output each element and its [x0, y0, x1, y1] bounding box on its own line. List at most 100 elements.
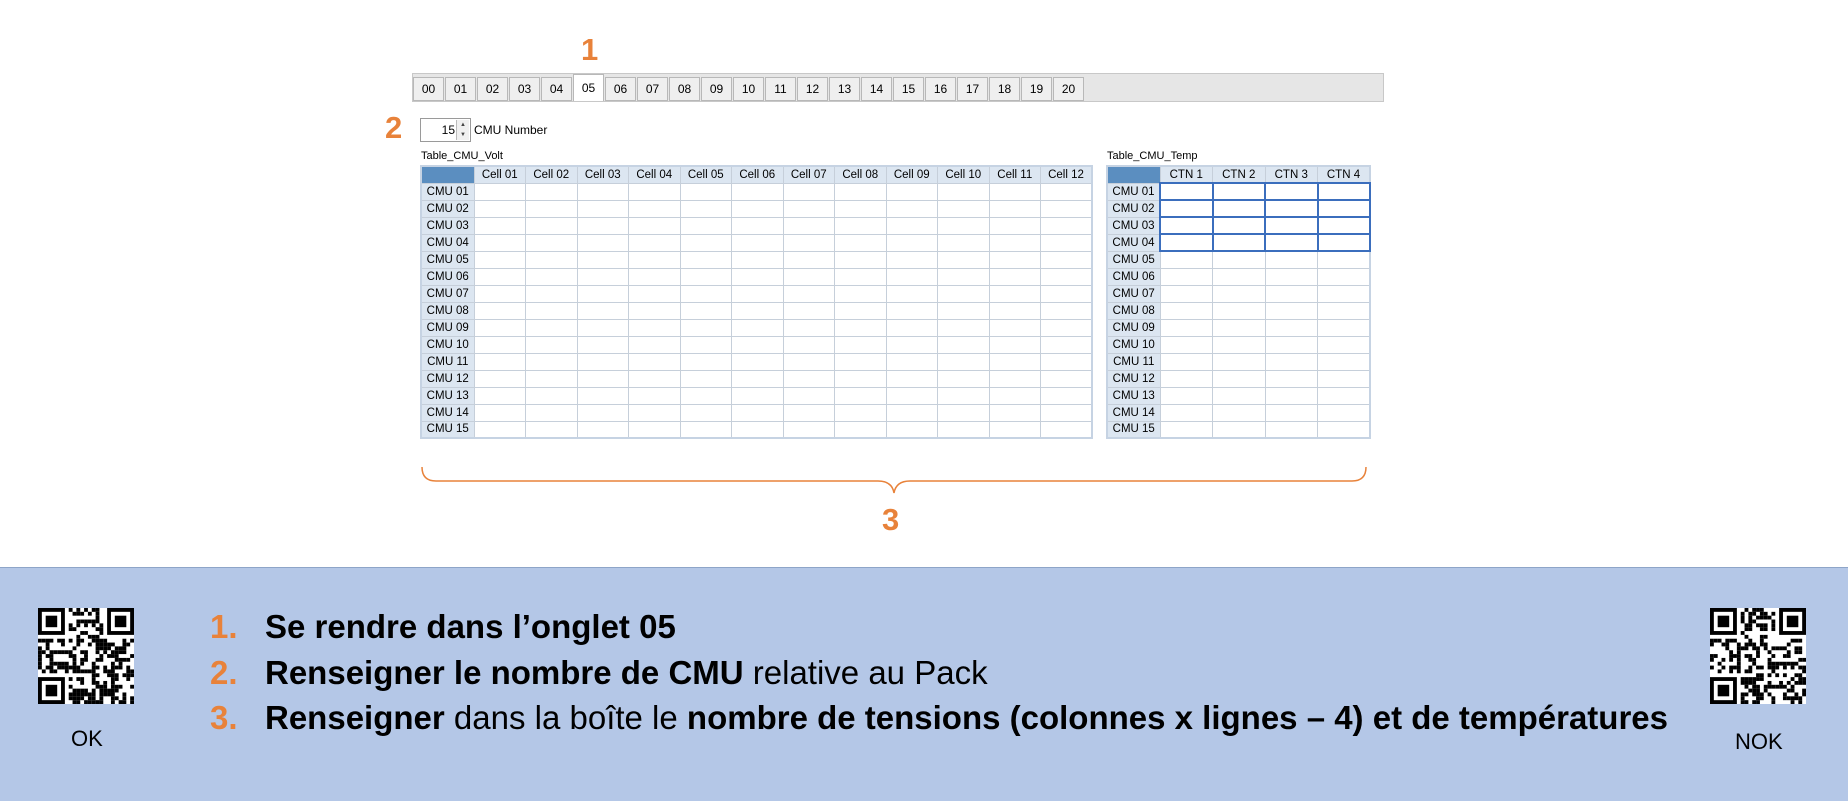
- table-cell[interactable]: [1264, 335, 1318, 354]
- table-cell[interactable]: [834, 233, 887, 252]
- table-cell[interactable]: [576, 284, 629, 303]
- table-cell[interactable]: [1159, 352, 1213, 371]
- tab-06[interactable]: 06: [605, 77, 636, 101]
- table-cell[interactable]: [1264, 352, 1318, 371]
- table-cell[interactable]: [885, 386, 938, 405]
- table-cell[interactable]: [1317, 318, 1371, 337]
- table-cell[interactable]: [1159, 403, 1213, 422]
- table-cell[interactable]: [576, 369, 629, 388]
- table-cell[interactable]: [885, 301, 938, 320]
- table-cell[interactable]: [885, 216, 938, 235]
- tab-11[interactable]: 11: [765, 77, 796, 101]
- table-cell[interactable]: [834, 182, 887, 201]
- column-header[interactable]: Cell 12: [1040, 165, 1093, 184]
- table-cell[interactable]: [679, 216, 732, 235]
- table-cell[interactable]: [473, 335, 526, 354]
- table-cell[interactable]: [885, 420, 938, 439]
- table-cell[interactable]: [1264, 267, 1318, 286]
- table-cell[interactable]: [834, 284, 887, 303]
- table-cell[interactable]: [679, 386, 732, 405]
- tab-16[interactable]: 16: [925, 77, 956, 101]
- row-header[interactable]: CMU 09: [420, 318, 475, 337]
- table-cell[interactable]: [1040, 420, 1093, 439]
- table-cell[interactable]: [525, 216, 578, 235]
- table-cell[interactable]: [1159, 335, 1213, 354]
- table-cell[interactable]: [679, 233, 732, 252]
- table-cell[interactable]: [988, 216, 1041, 235]
- table-cell[interactable]: [885, 352, 938, 371]
- table-cell[interactable]: [679, 420, 732, 439]
- table-cell[interactable]: [1212, 301, 1266, 320]
- table-cell[interactable]: [782, 250, 835, 269]
- row-header[interactable]: CMU 07: [1106, 284, 1161, 303]
- cmu-number-spinner[interactable]: 15 ▲ ▼: [420, 118, 471, 142]
- table-cell[interactable]: [628, 301, 681, 320]
- table-cell[interactable]: [885, 284, 938, 303]
- table-cell[interactable]: [988, 369, 1041, 388]
- table-cell[interactable]: [679, 318, 732, 337]
- table-cell[interactable]: [1264, 301, 1318, 320]
- table-cell[interactable]: [525, 182, 578, 201]
- row-header[interactable]: CMU 05: [1106, 250, 1161, 269]
- table-cell[interactable]: [1264, 250, 1318, 269]
- table-cell[interactable]: [473, 386, 526, 405]
- table-cell[interactable]: [1211, 233, 1266, 252]
- table-cell[interactable]: [1264, 182, 1319, 201]
- table-cell[interactable]: [473, 403, 526, 422]
- row-header[interactable]: CMU 08: [420, 301, 475, 320]
- table-cell[interactable]: [782, 403, 835, 422]
- table-cell[interactable]: [1317, 284, 1371, 303]
- row-header[interactable]: CMU 04: [420, 233, 475, 252]
- table-cell[interactable]: [782, 199, 835, 218]
- table-cell[interactable]: [1264, 199, 1319, 218]
- row-header[interactable]: CMU 10: [1106, 335, 1161, 354]
- table-cell[interactable]: [1317, 250, 1371, 269]
- table-cell[interactable]: [473, 420, 526, 439]
- tab-19[interactable]: 19: [1021, 77, 1052, 101]
- table-cell[interactable]: [834, 403, 887, 422]
- table-cell[interactable]: [473, 369, 526, 388]
- table-cell[interactable]: [576, 216, 629, 235]
- table-cell[interactable]: [782, 284, 835, 303]
- row-header[interactable]: CMU 13: [420, 386, 475, 405]
- tab-18[interactable]: 18: [989, 77, 1020, 101]
- table-cell[interactable]: [834, 301, 887, 320]
- table-cell[interactable]: [1159, 386, 1213, 405]
- table-cell[interactable]: [885, 267, 938, 286]
- table-cell[interactable]: [1159, 216, 1214, 235]
- column-header[interactable]: Cell 02: [525, 165, 578, 184]
- table-cell[interactable]: [628, 233, 681, 252]
- table-cell[interactable]: [473, 216, 526, 235]
- table-cell[interactable]: [937, 250, 990, 269]
- table-cell[interactable]: [1159, 318, 1213, 337]
- table-cell[interactable]: [731, 335, 784, 354]
- table-cell[interactable]: [1317, 369, 1371, 388]
- table-cell[interactable]: [937, 182, 990, 201]
- table-cell[interactable]: [731, 182, 784, 201]
- table-cell[interactable]: [1159, 250, 1213, 269]
- table-cell[interactable]: [1159, 182, 1214, 201]
- table-cell[interactable]: [731, 233, 784, 252]
- table-cell[interactable]: [525, 386, 578, 405]
- table-cell[interactable]: [679, 369, 732, 388]
- table-cell[interactable]: [1040, 352, 1093, 371]
- table-cell[interactable]: [1159, 369, 1213, 388]
- table-cell[interactable]: [731, 420, 784, 439]
- table-cell[interactable]: [1040, 284, 1093, 303]
- row-header[interactable]: CMU 11: [420, 352, 475, 371]
- table-cell[interactable]: [1211, 199, 1266, 218]
- table-cell[interactable]: [885, 335, 938, 354]
- table-cell[interactable]: [731, 250, 784, 269]
- table-cell[interactable]: [731, 318, 784, 337]
- row-header[interactable]: CMU 02: [1106, 199, 1161, 218]
- table-cell[interactable]: [679, 284, 732, 303]
- table-cell[interactable]: [1040, 386, 1093, 405]
- table-cell[interactable]: [1317, 267, 1371, 286]
- table-cell[interactable]: [834, 352, 887, 371]
- table-cell[interactable]: [1040, 233, 1093, 252]
- table-cell[interactable]: [731, 199, 784, 218]
- table-cell[interactable]: [1040, 182, 1093, 201]
- table-cell[interactable]: [525, 267, 578, 286]
- row-header[interactable]: CMU 07: [420, 284, 475, 303]
- table-cell[interactable]: [628, 335, 681, 354]
